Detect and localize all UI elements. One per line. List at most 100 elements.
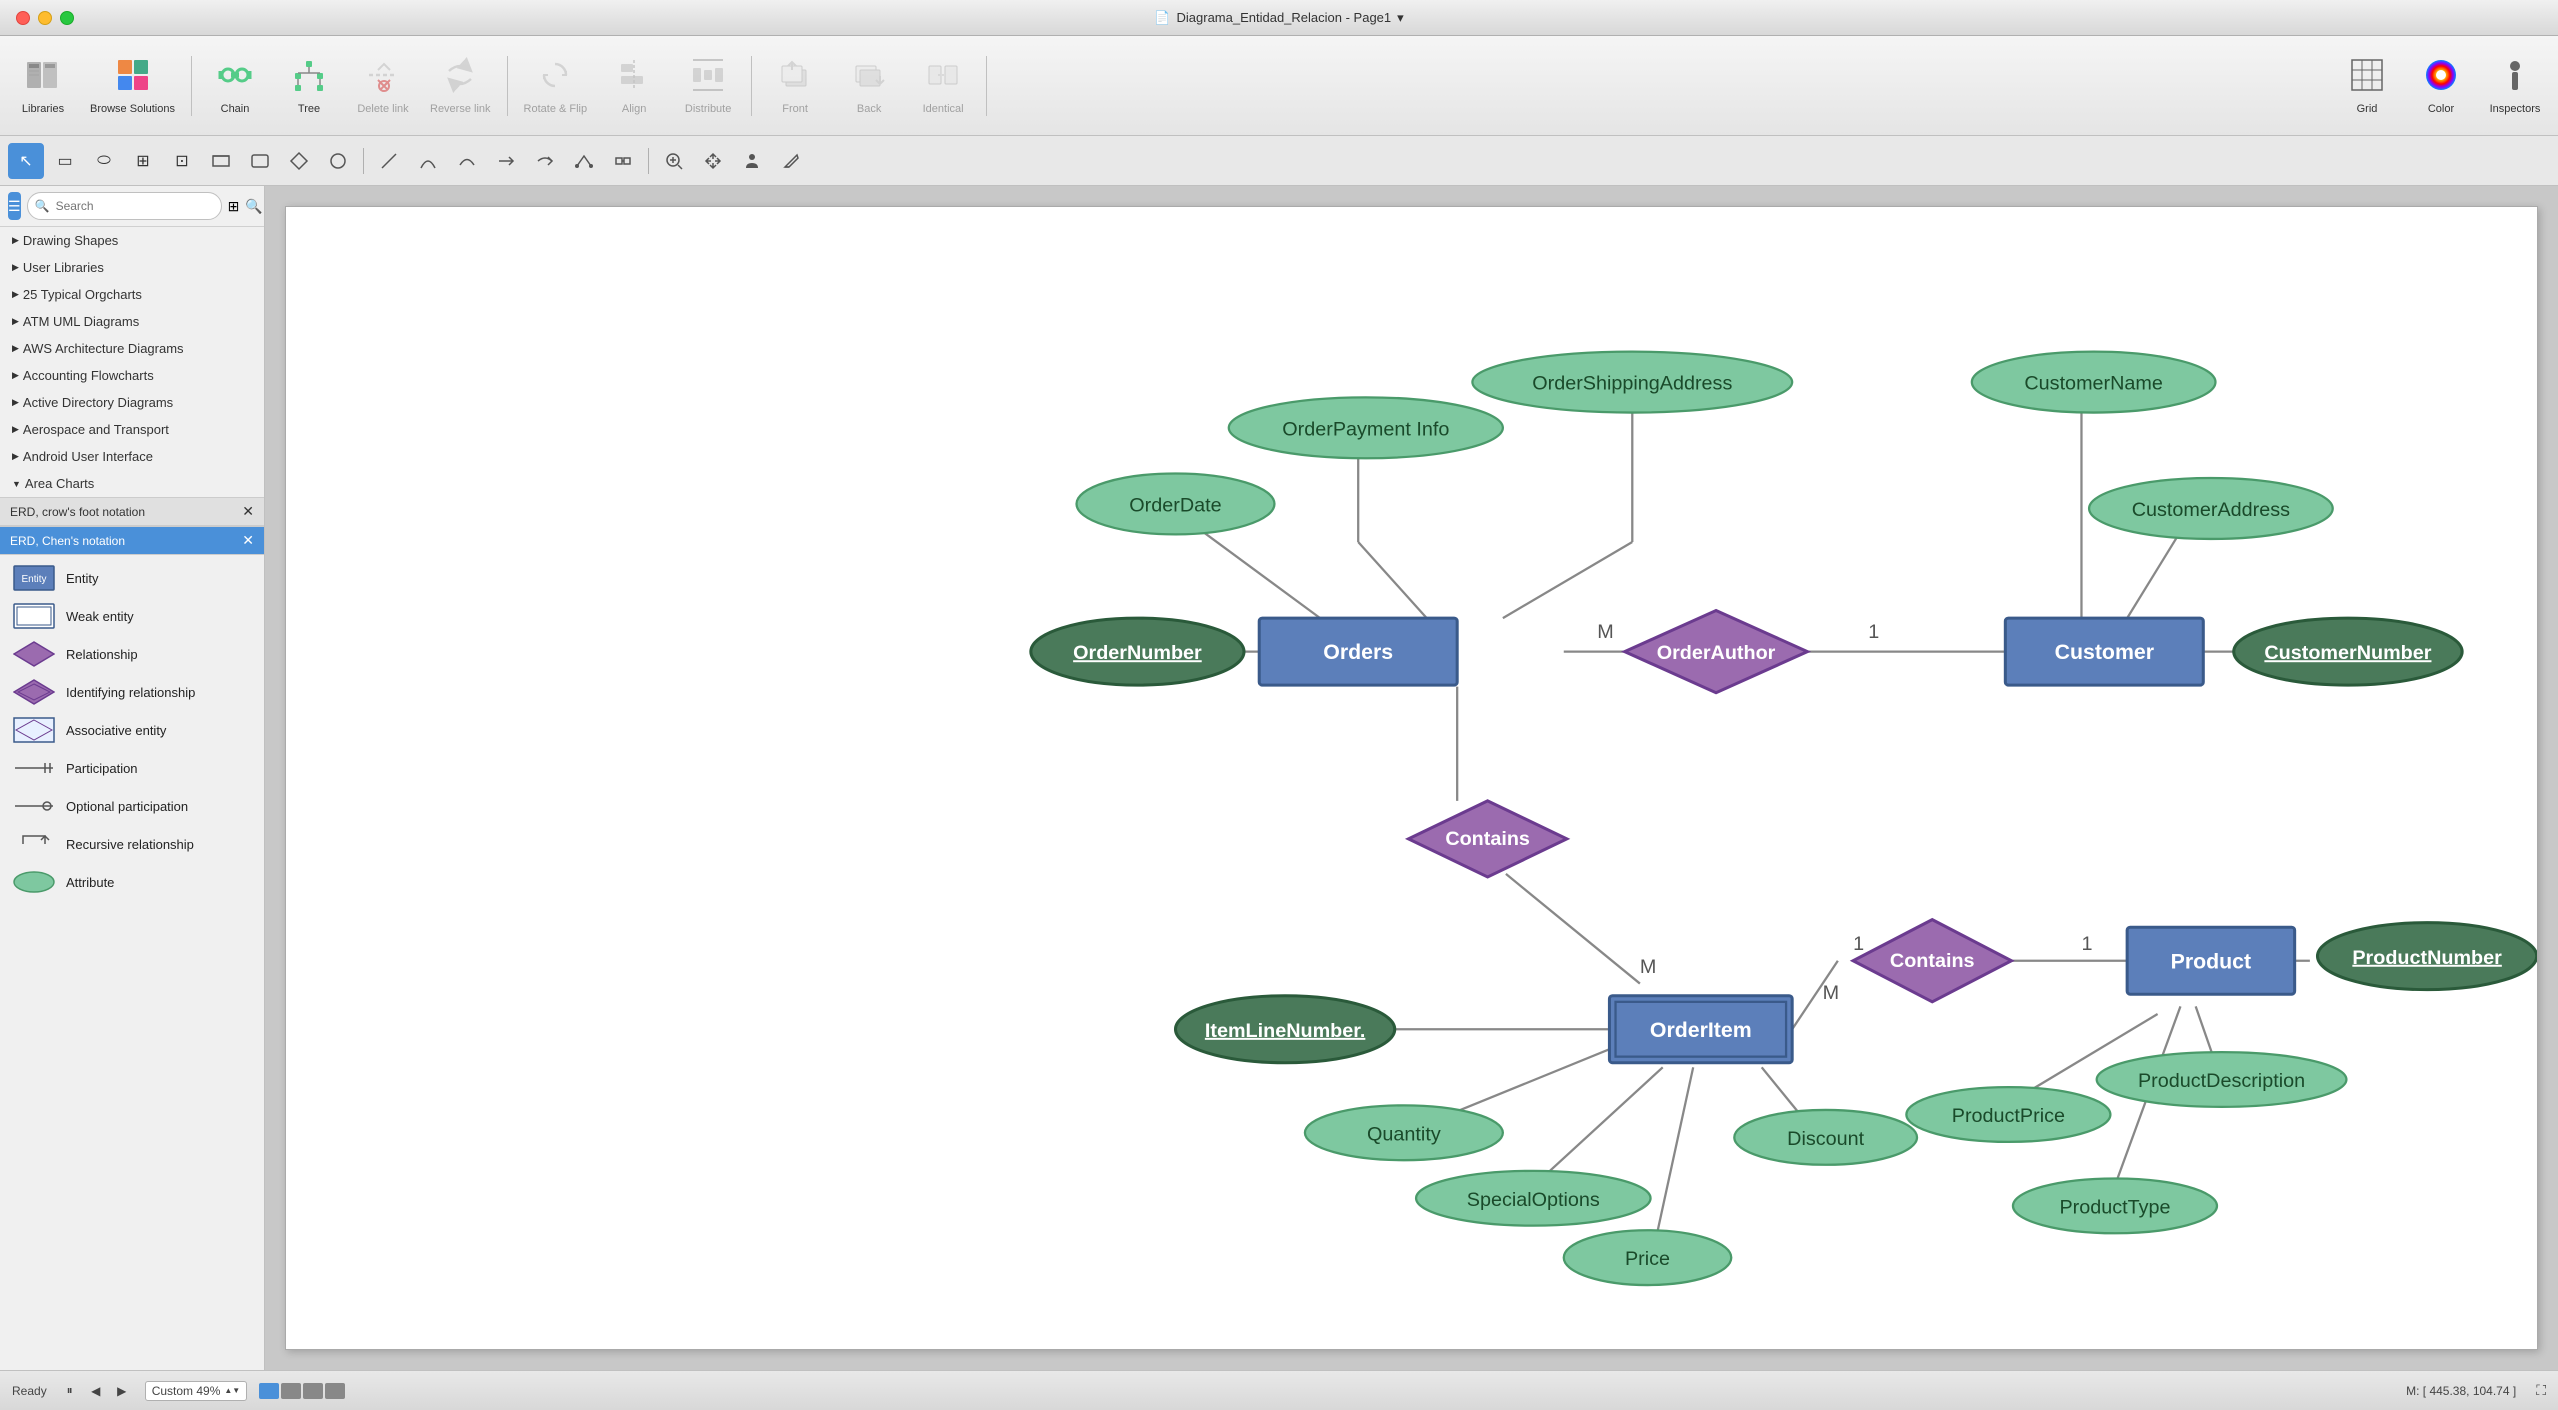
grid-button[interactable]: Grid — [2332, 50, 2402, 121]
product-entity[interactable]: Product — [2127, 927, 2294, 994]
pan-tool[interactable] — [695, 143, 731, 179]
ordernumber-attr[interactable]: OrderNumber — [1031, 618, 1244, 685]
zoom-selector[interactable]: Custom 49% ▲▼ — [145, 1381, 248, 1401]
weak-entity-shape-item[interactable]: Weak entity — [0, 597, 264, 635]
identifying-rel-shape-item[interactable]: Identifying relationship — [0, 673, 264, 711]
line-tool[interactable] — [371, 143, 407, 179]
window-controls[interactable] — [16, 11, 74, 25]
pause-button[interactable]: ⏸ — [59, 1380, 81, 1402]
rect-tool[interactable]: ▭ — [47, 143, 83, 179]
zoom-in-tool[interactable] — [656, 143, 692, 179]
diagram-svg[interactable]: M 1 1 M M — [286, 207, 2537, 1349]
front-button[interactable]: Front — [760, 50, 830, 121]
arrow-tool-2[interactable] — [527, 143, 563, 179]
ordershippingaddress-attr[interactable]: OrderShippingAddress — [1472, 352, 1792, 413]
person-tool[interactable] — [734, 143, 770, 179]
delete-link-button[interactable]: Delete link — [348, 50, 418, 121]
recursive-rel-shape-item[interactable]: Recursive relationship — [0, 825, 264, 863]
entity-shape-item[interactable]: Entity Entity — [0, 559, 264, 597]
erd-chens-header[interactable]: ERD, Chen's notation ✕ — [0, 526, 264, 555]
customeraddress-attr[interactable]: CustomerAddress — [2089, 478, 2333, 539]
sidebar-item-android-ui[interactable]: ▶ Android User Interface — [0, 443, 264, 470]
curve-tool[interactable] — [410, 143, 446, 179]
page-btn-2[interactable] — [281, 1383, 301, 1399]
pen-tool[interactable] — [773, 143, 809, 179]
sidebar-item-area-charts[interactable]: ▼ Area Charts — [0, 470, 264, 497]
arrow-tool-1[interactable] — [488, 143, 524, 179]
browse-solutions-button[interactable]: Browse Solutions — [82, 50, 183, 121]
contains1-relationship[interactable]: Contains — [1408, 801, 1566, 877]
quantity-attr[interactable]: Quantity — [1305, 1105, 1503, 1160]
itemlinenumber-attr[interactable]: ItemLineNumber. — [1175, 996, 1394, 1063]
connector-tool-2[interactable] — [605, 143, 641, 179]
sidebar-item-25-orgcharts[interactable]: ▶ 25 Typical Orgcharts — [0, 281, 264, 308]
page-btn-1[interactable] — [259, 1383, 279, 1399]
productnumber-attr[interactable]: ProductNumber — [2317, 923, 2536, 990]
canvas[interactable]: M 1 1 M M — [285, 206, 2538, 1350]
sidebar-item-user-libraries[interactable]: ▶ User Libraries — [0, 254, 264, 281]
inspectors-button[interactable]: Inspectors — [2480, 50, 2550, 121]
sidebar-item-aws-arch[interactable]: ▶ AWS Architecture Diagrams — [0, 335, 264, 362]
shape-tool-5[interactable] — [320, 143, 356, 179]
libraries-button[interactable]: Libraries — [8, 50, 78, 121]
customernumber-attr[interactable]: CustomerNumber — [2234, 618, 2462, 685]
shape-tool-2[interactable] — [203, 143, 239, 179]
productdescription-attr[interactable]: ProductDescription — [2097, 1052, 2347, 1107]
sidebar-item-atm-uml[interactable]: ▶ ATM UML Diagrams — [0, 308, 264, 335]
page-btn-4[interactable] — [325, 1383, 345, 1399]
maximize-button[interactable] — [60, 11, 74, 25]
chain-button[interactable]: Chain — [200, 50, 270, 121]
specialoptions-attr[interactable]: SpecialOptions — [1416, 1171, 1650, 1226]
productprice-attr[interactable]: ProductPrice — [1906, 1087, 2110, 1142]
search-input[interactable] — [27, 192, 222, 220]
close-chens-button[interactable]: ✕ — [242, 532, 254, 549]
fullscreen-button[interactable]: ⛶ — [2536, 1382, 2546, 1399]
identical-button[interactable]: Identical — [908, 50, 978, 121]
reverse-link-button[interactable]: Reverse link — [422, 50, 499, 121]
grid-view-button[interactable]: ⊞ — [228, 192, 240, 220]
minimize-button[interactable] — [38, 11, 52, 25]
arc-tool[interactable] — [449, 143, 485, 179]
sidebar-item-drawing-shapes[interactable]: ▶ Drawing Shapes — [0, 227, 264, 254]
color-button[interactable]: Color — [2406, 50, 2476, 121]
close-crows-foot-button[interactable]: ✕ — [242, 503, 254, 520]
close-button[interactable] — [16, 11, 30, 25]
list-view-button[interactable]: ☰ — [8, 192, 21, 220]
contains2-relationship[interactable]: Contains — [1853, 920, 2011, 1002]
price-attr[interactable]: Price — [1564, 1230, 1731, 1285]
erd-crows-foot-header[interactable]: ERD, crow's foot notation ✕ — [0, 497, 264, 526]
shape-tool-1[interactable]: ⊡ — [164, 143, 200, 179]
page-btn-3[interactable] — [303, 1383, 323, 1399]
select-tool[interactable]: ↖ — [8, 143, 44, 179]
ellipse-tool[interactable]: ⬭ — [86, 143, 122, 179]
discount-attr[interactable]: Discount — [1734, 1110, 1917, 1165]
shape-tool-3[interactable] — [242, 143, 278, 179]
orderpaymentinfo-attr[interactable]: OrderPayment Info — [1229, 397, 1503, 458]
orderauthor-relationship[interactable]: OrderAuthor — [1625, 611, 1808, 693]
assoc-entity-shape-item[interactable]: Associative entity — [0, 711, 264, 749]
search-view-button[interactable]: 🔍 — [245, 192, 262, 220]
connector-tool-1[interactable] — [566, 143, 602, 179]
participation-shape-item[interactable]: Participation — [0, 749, 264, 787]
sidebar-item-aerospace[interactable]: ▶ Aerospace and Transport — [0, 416, 264, 443]
customer-entity[interactable]: Customer — [2005, 618, 2203, 685]
next-page-button[interactable]: ▶ — [111, 1380, 133, 1402]
orderitem-entity[interactable]: OrderItem — [1609, 996, 1792, 1063]
shape-tool-4[interactable] — [281, 143, 317, 179]
sidebar-item-accounting[interactable]: ▶ Accounting Flowcharts — [0, 362, 264, 389]
relationship-shape-item[interactable]: Relationship — [0, 635, 264, 673]
orders-entity[interactable]: Orders — [1259, 618, 1457, 685]
canvas-area[interactable]: M 1 1 M M — [265, 186, 2558, 1370]
attribute-shape-item[interactable]: Attribute — [0, 863, 264, 901]
rotate-flip-button[interactable]: Rotate & Flip — [516, 50, 596, 121]
producttype-attr[interactable]: ProductType — [2013, 1178, 2217, 1233]
tree-button[interactable]: Tree — [274, 50, 344, 121]
align-button[interactable]: Align — [599, 50, 669, 121]
back-button[interactable]: Back — [834, 50, 904, 121]
prev-page-button[interactable]: ◀ — [85, 1380, 107, 1402]
customername-attr[interactable]: CustomerName — [1972, 352, 2216, 413]
optional-part-shape-item[interactable]: Optional participation — [0, 787, 264, 825]
orderdate-attr[interactable]: OrderDate — [1077, 473, 1275, 534]
distribute-button[interactable]: Distribute — [673, 50, 743, 121]
sidebar-item-active-directory[interactable]: ▶ Active Directory Diagrams — [0, 389, 264, 416]
